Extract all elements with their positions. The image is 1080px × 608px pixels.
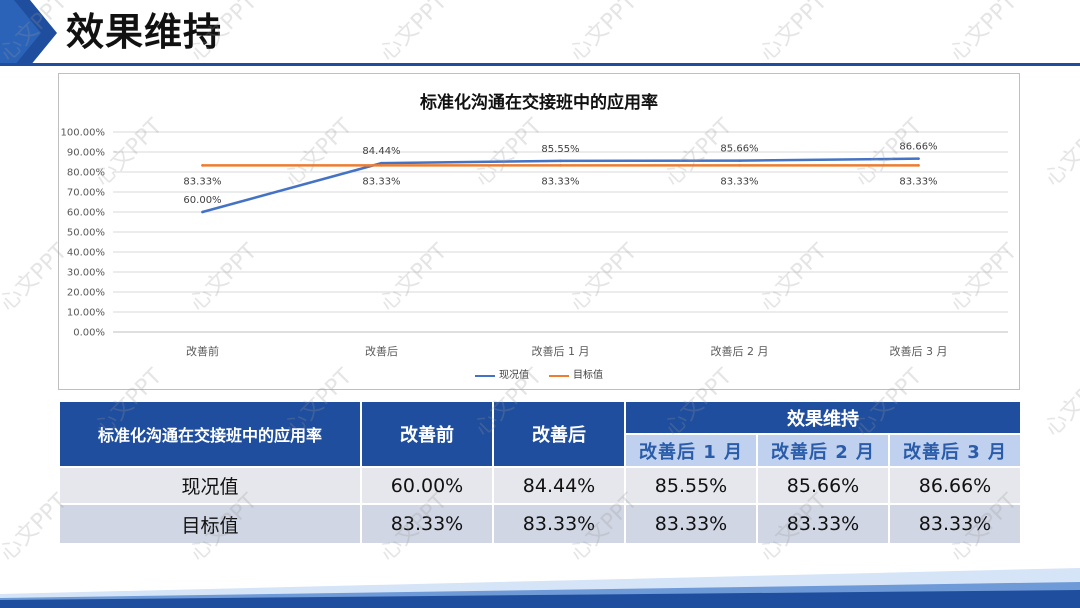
x-tick-label: 改善前: [186, 344, 219, 358]
data-label: 83.33%: [541, 176, 579, 187]
table-cell: 83.33%: [756, 503, 890, 545]
subheader-month-2: 改善后 2 月: [756, 433, 890, 468]
table-cell: 85.55%: [624, 466, 758, 505]
legend-swatch-target: [549, 375, 569, 377]
table-cell: 83.33%: [624, 503, 758, 545]
data-label: 84.44%: [362, 146, 400, 157]
header-before: 改善前: [360, 400, 494, 468]
data-label: 86.66%: [899, 142, 937, 153]
y-tick-label: 70.00%: [67, 188, 105, 199]
y-tick-label: 30.00%: [67, 268, 105, 279]
row-label: 目标值: [58, 503, 362, 545]
data-point: [380, 164, 383, 167]
legend-label-target: 目标值: [573, 370, 603, 381]
data-point: [380, 161, 383, 165]
data-label: 60.00%: [183, 195, 221, 206]
slide-title: 效果维持: [66, 10, 223, 54]
table-cell: 83.33%: [360, 503, 494, 545]
watermark-text: 心文PPT: [755, 0, 833, 67]
table-cell: 86.66%: [887, 466, 1023, 505]
data-point: [559, 164, 562, 167]
watermark-text: 心文PPT: [1040, 114, 1080, 192]
data-point: [917, 157, 920, 160]
header-metric: 标准化沟通在交接班中的应用率: [58, 400, 362, 468]
data-point: [738, 159, 741, 162]
data-point: [559, 159, 562, 163]
legend-item-target: 目标值: [549, 369, 603, 383]
table-header-row: 标准化沟通在交接班中的应用率 改善前 改善后 效果维持: [58, 400, 1023, 468]
data-table: 标准化沟通在交接班中的应用率 改善前 改善后 效果维持 改善后 1 月 改善后 …: [58, 400, 1023, 545]
header-after: 改善后: [492, 400, 626, 468]
y-tick-label: 90.00%: [67, 148, 105, 159]
header-rule: [0, 63, 1080, 66]
data-label: 85.55%: [541, 144, 579, 155]
table-cell: 83.33%: [492, 503, 626, 545]
data-point: [917, 164, 920, 167]
legend-swatch-current: [475, 375, 495, 377]
x-tick-label: 改善后 1 月: [532, 344, 590, 358]
subheader-month-3: 改善后 3 月: [887, 433, 1023, 468]
watermark-text: 心文PPT: [565, 0, 643, 67]
table-cell: 84.44%: [492, 466, 626, 505]
data-label: 83.33%: [183, 176, 221, 187]
y-tick-label: 10.00%: [67, 308, 105, 319]
x-tick-label: 改善后 2 月: [711, 344, 769, 358]
legend-label-current: 现况值: [499, 370, 529, 381]
data-label: 83.33%: [720, 176, 758, 187]
y-tick-label: 0.00%: [73, 328, 105, 339]
footer-decoration: [0, 568, 1080, 608]
watermark-text: 心文PPT: [375, 0, 453, 67]
chart-legend: 现况值 目标值: [59, 369, 1019, 383]
y-tick-label: 40.00%: [67, 248, 105, 259]
data-label: 83.33%: [362, 176, 400, 187]
table-cell: 85.66%: [756, 466, 890, 505]
data-label: 85.66%: [720, 144, 758, 155]
subheader-month-1: 改善后 1 月: [624, 433, 758, 468]
chart-plot: 0.00% 10.00% 20.00% 30.00% 40.00% 50.00% 60.00…: [61, 128, 1008, 358]
watermark-text: 心文PPT: [945, 0, 1023, 67]
row-label: 现况值: [58, 466, 362, 505]
table-cell: 60.00%: [360, 466, 494, 505]
line-chart: 标准化沟通在交接班中的应用率 0.00% 10.00% 20.00% 30.00% 40…: [58, 73, 1020, 390]
header-group-maintain: 效果维持: [623, 400, 1023, 435]
data-label: 83.33%: [899, 176, 937, 187]
x-tick-label: 改善后: [365, 344, 398, 358]
watermark-text: 心文PPT: [1040, 364, 1080, 442]
header-chevron-shape: [0, 0, 57, 66]
y-tick-label: 80.00%: [67, 168, 105, 179]
data-point: [738, 164, 741, 167]
data-point: [201, 210, 204, 214]
legend-item-current: 现况值: [475, 369, 529, 383]
x-tick-label: 改善后 3 月: [890, 344, 948, 358]
table-cell: 83.33%: [887, 503, 1023, 545]
y-tick-label: 100.00%: [61, 128, 106, 139]
y-tick-label: 20.00%: [67, 288, 105, 299]
y-tick-label: 60.00%: [67, 208, 105, 219]
data-point: [201, 164, 204, 167]
y-tick-label: 50.00%: [67, 228, 105, 239]
table-row: 现况值 60.00% 84.44% 85.55% 85.66% 86.66%: [58, 466, 1023, 505]
table-row: 目标值 83.33% 83.33% 83.33% 83.33% 83.33%: [58, 503, 1023, 545]
